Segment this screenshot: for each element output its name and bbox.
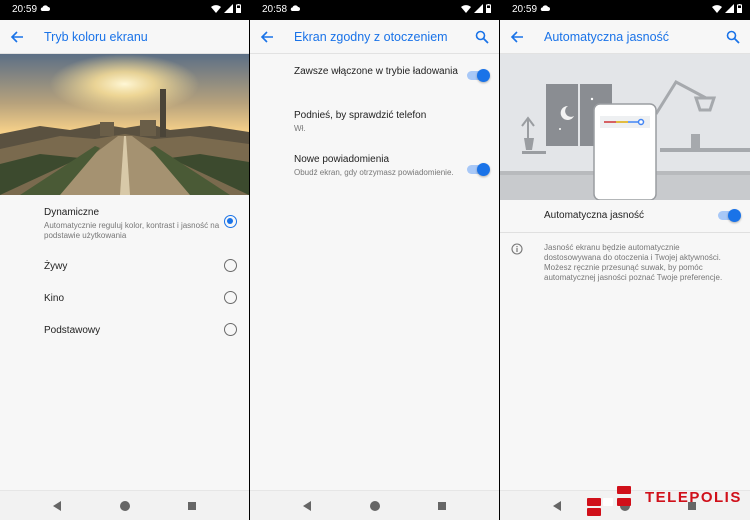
toggle-new-notifications[interactable] (467, 163, 490, 176)
option-label: Podstawowy (44, 325, 101, 336)
option-basic[interactable]: Podstawowy (44, 325, 237, 336)
nav-home-icon[interactable] (369, 500, 381, 512)
nav-recents-icon[interactable] (186, 500, 198, 512)
battery-icon (236, 4, 241, 13)
info-icon (511, 243, 523, 255)
setting-sublabel: Wł. (294, 124, 306, 133)
cloud-icon (40, 5, 50, 11)
option-label: Żywy (44, 261, 68, 272)
setting-sublabel: Obudź ekran, gdy otrzymasz powiadomienie… (294, 168, 454, 177)
radio-dynamic[interactable] (224, 215, 237, 228)
info-text: Jasność ekranu będzie automatycznie dost… (544, 243, 723, 282)
nav-back-icon[interactable] (301, 500, 313, 512)
setting-label: Zawsze włączone w trybie ładowania (294, 66, 458, 77)
battery-icon (486, 4, 491, 13)
nav-back-icon[interactable] (51, 500, 63, 512)
screen-ambient-display: 20:58 Ekran zgodny z otoczeniem Zawsze w… (250, 0, 499, 520)
logo-text: TELEPOLIS (645, 489, 742, 506)
option-sublabel: Automatycznie reguluj kolor, kontrast i … (44, 221, 220, 240)
radio-cinema[interactable] (224, 291, 237, 304)
nav-bar (0, 490, 249, 520)
wifi-icon (712, 5, 722, 13)
setting-label: Nowe powiadomienia (294, 154, 390, 165)
cloud-icon (290, 5, 300, 11)
back-arrow-icon[interactable] (510, 30, 524, 44)
wifi-icon (211, 5, 221, 13)
nav-back-icon[interactable] (551, 500, 563, 512)
search-icon[interactable] (475, 30, 489, 44)
search-icon[interactable] (726, 30, 740, 44)
status-bar: 20:58 (250, 0, 499, 20)
setting-auto-brightness-label: Automatyczna jasność (544, 210, 645, 221)
option-dynamic[interactable]: Dynamiczne Automatycznie reguluj kolor, … (44, 207, 237, 241)
setting-label: Podnieś, by sprawdzić telefon (294, 110, 427, 121)
screen-auto-brightness: 20:59 Automatyczna jasność Automatyczna … (500, 0, 750, 520)
page-title: Automatyczna jasność (544, 30, 670, 44)
cloud-icon (540, 5, 550, 11)
back-arrow-icon[interactable] (260, 30, 274, 44)
status-bar: 20:59 (500, 0, 750, 20)
signal-icon (224, 4, 233, 13)
signal-icon (725, 4, 734, 13)
preview-image (0, 54, 249, 195)
setting-new-notifications[interactable]: Nowe powiadomienia Obudź ekran, gdy otrz… (294, 154, 459, 178)
status-bar: 20:59 (0, 0, 249, 20)
toggle-auto-brightness[interactable] (718, 209, 741, 222)
signal-icon (474, 4, 483, 13)
status-icons (461, 4, 491, 13)
radio-basic[interactable] (224, 323, 237, 336)
screen-color-mode: 20:59 Tryb koloru ekranu Dynamiczne Auto… (0, 0, 249, 520)
option-cinema[interactable]: Kino (44, 293, 237, 304)
divider (500, 232, 750, 233)
nav-bar (250, 490, 499, 520)
radio-vivid[interactable] (224, 259, 237, 272)
wifi-icon (461, 5, 471, 13)
option-label: Dynamiczne (44, 207, 100, 218)
logo-mark-icon (587, 486, 631, 516)
status-icons (712, 4, 742, 13)
nav-home-icon[interactable] (119, 500, 131, 512)
page-title: Ekran zgodny z otoczeniem (294, 30, 448, 44)
battery-icon (737, 4, 742, 13)
status-time: 20:58 (262, 4, 288, 15)
status-time: 20:59 (12, 4, 38, 15)
option-vivid[interactable]: Żywy (44, 261, 237, 272)
back-arrow-icon[interactable] (10, 30, 24, 44)
brightness-illustration (500, 54, 750, 200)
telepolis-logo: TELEPOLIS (587, 484, 747, 516)
status-time: 20:59 (512, 4, 538, 15)
app-bar: Automatyczna jasność (500, 20, 750, 54)
app-bar: Ekran zgodny z otoczeniem (250, 20, 499, 54)
page-title: Tryb koloru ekranu (44, 30, 148, 44)
app-bar: Tryb koloru ekranu (0, 20, 249, 54)
option-label: Kino (44, 293, 65, 304)
toggle-always-on-charging[interactable] (467, 69, 490, 82)
status-icons (211, 4, 241, 13)
setting-always-on-charging[interactable]: Zawsze włączone w trybie ładowania (294, 66, 459, 78)
nav-recents-icon[interactable] (436, 500, 448, 512)
setting-lift-to-check[interactable]: Podnieś, by sprawdzić telefon Wł. (294, 110, 487, 134)
